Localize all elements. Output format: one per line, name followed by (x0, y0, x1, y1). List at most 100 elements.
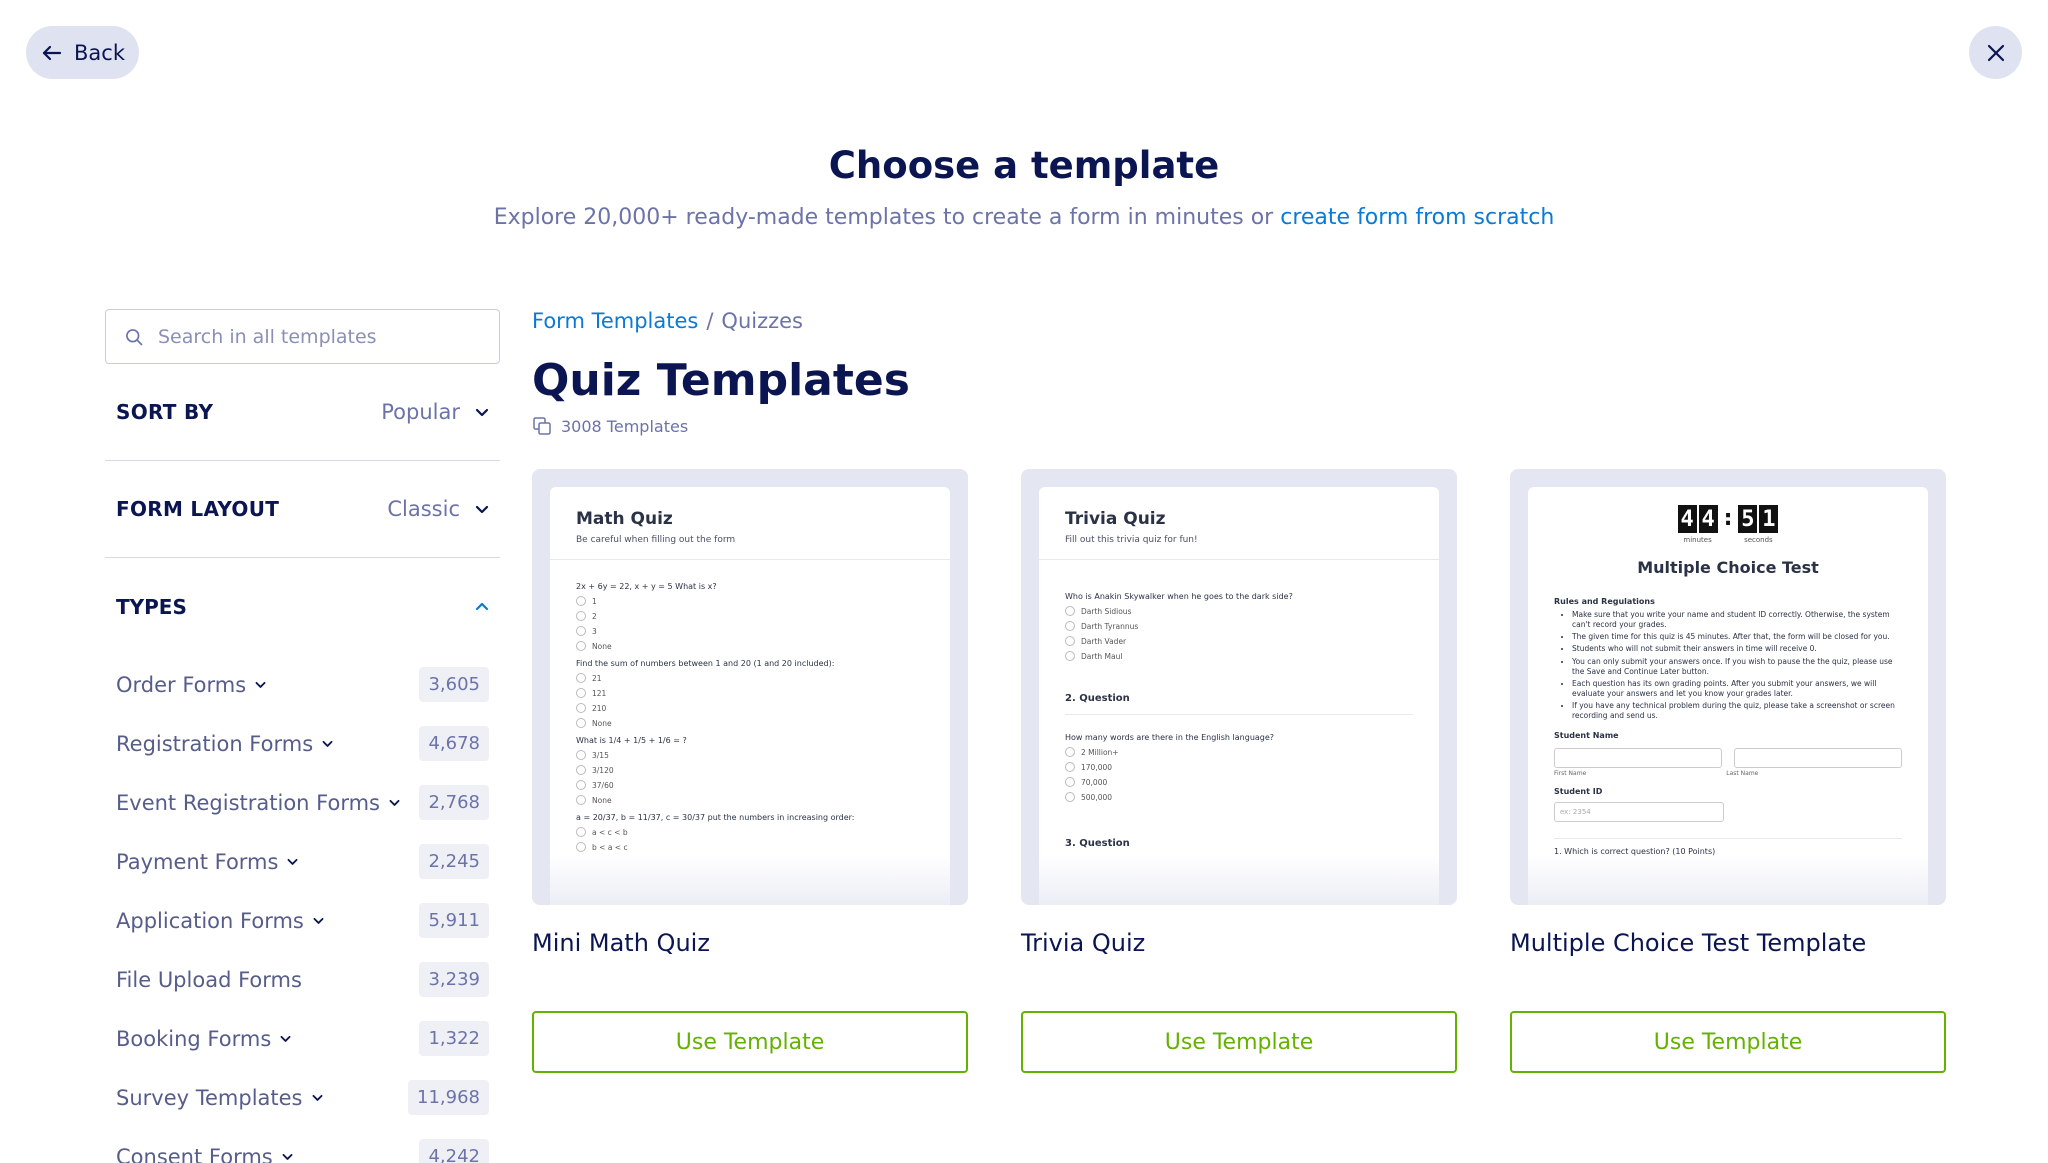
main-content: Form Templates / Quizzes Quiz Templates … (532, 309, 1952, 1073)
chevron-down-icon (313, 917, 324, 924)
section-title: Quiz Templates (532, 355, 910, 406)
template-card: Trivia Quiz Fill out this trivia quiz fo… (1021, 469, 1457, 1073)
preview-option: None (576, 795, 924, 805)
preview-question: 2x + 6y = 22, x + y = 5 What is x? (576, 582, 717, 591)
preview-option: 37/60 (576, 780, 924, 790)
sort-by-dropdown[interactable]: Popular (381, 400, 490, 424)
template-count: 3008 Templates (532, 416, 1952, 436)
preview-subtitle: Be careful when filling out the form (576, 535, 736, 545)
preview-option: Darth Tyrannus (1065, 621, 1413, 631)
last-name-label: Last Name (1726, 770, 1759, 778)
type-count: 4,242 (419, 1139, 489, 1163)
search-box[interactable] (105, 309, 500, 364)
type-count: 3,605 (419, 667, 489, 702)
preview-option: 500,000 (1065, 792, 1413, 802)
timer-label: seconds (1744, 536, 1773, 544)
chevron-down-icon (282, 1153, 293, 1160)
preview-option: 170,000 (1065, 762, 1413, 772)
chevron-down-icon (475, 505, 489, 514)
chevron-down-icon (312, 1094, 322, 1101)
preview-option: Darth Sidious (1065, 606, 1413, 616)
preview-title: Math Quiz (576, 509, 673, 529)
template-preview[interactable]: Math Quiz Be careful when filling out th… (532, 469, 968, 905)
type-item-registration-forms[interactable]: Registration Forms 4,678 (105, 714, 500, 773)
template-name[interactable]: Multiple Choice Test Template (1510, 929, 1946, 957)
type-item-file-upload-forms[interactable]: File Upload Forms 3,239 (105, 950, 500, 1009)
first-name-label: First Name (1554, 770, 1587, 778)
back-button[interactable]: Back (26, 26, 139, 79)
type-item-payment-forms[interactable]: Payment Forms 2,245 (105, 832, 500, 891)
subtitle-text: Explore 20,000+ ready-made templates to … (493, 205, 1274, 230)
type-name: Registration Forms (116, 731, 314, 756)
type-name: Event Registration Forms (116, 790, 380, 815)
close-button[interactable] (1969, 26, 2022, 79)
template-card: Math Quiz Be careful when filling out th… (532, 469, 968, 1073)
student-name-label: Student Name (1554, 731, 1619, 741)
type-count: 3,239 (419, 962, 489, 997)
preview-option: 1 (576, 596, 924, 606)
preview-option: Darth Vader (1065, 636, 1413, 646)
page-title: Choose a template (828, 144, 1220, 187)
preview-option: 121 (576, 688, 924, 698)
preview-option: 70,000 (1065, 777, 1413, 787)
preview-option: 3/120 (576, 765, 924, 775)
student-id-field: ex: 2354 (1554, 802, 1724, 823)
chevron-up-icon (475, 602, 489, 610)
copy-icon (533, 417, 551, 435)
type-item-booking-forms[interactable]: Booking Forms 1,322 (105, 1009, 500, 1068)
preview-option: Darth Maul (1065, 651, 1413, 661)
preview-option: None (576, 641, 924, 651)
timer-digit: 4 (1698, 505, 1718, 533)
preview-option: None (576, 718, 924, 728)
breadcrumb-form-templates[interactable]: Form Templates (532, 309, 698, 333)
rules-heading: Rules and Regulations (1554, 597, 1655, 606)
template-name[interactable]: Mini Math Quiz (532, 929, 968, 957)
rule-item: If you have any technical problem during… (1572, 701, 1902, 721)
chevron-down-icon (389, 799, 400, 806)
template-preview[interactable]: 4 4 minutes : 5 1 seconds Multiple Choic… (1510, 469, 1946, 905)
rule-item: Each question has its own grading points… (1572, 679, 1902, 699)
breadcrumb-separator: / (706, 309, 714, 333)
arrow-left-icon (42, 45, 62, 60)
type-item-consent-forms[interactable]: Consent Forms 4,242 (105, 1127, 500, 1163)
preview-option: 3 (576, 626, 924, 636)
form-layout-dropdown[interactable]: Classic (387, 497, 490, 521)
type-count: 1,322 (419, 1021, 489, 1056)
type-item-order-forms[interactable]: Order Forms 3,605 (105, 655, 500, 714)
sort-by-row: SORT BY Popular (105, 364, 500, 461)
rule-item: The given time for this quiz is 45 minut… (1572, 632, 1902, 642)
timer-digit: 5 (1738, 505, 1758, 533)
preview-question: What is 1/4 + 1/5 + 1/6 = ? (576, 736, 687, 745)
last-name-field (1734, 748, 1902, 769)
preview-timer: 4 4 minutes : 5 1 seconds (1528, 487, 1928, 544)
type-name: Booking Forms (116, 1026, 272, 1051)
search-icon (126, 328, 143, 345)
type-count: 11,968 (408, 1080, 489, 1115)
chevron-down-icon (287, 858, 298, 865)
type-item-application-forms[interactable]: Application Forms 5,911 (105, 891, 500, 950)
create-from-scratch-link[interactable]: create form from scratch (1280, 205, 1554, 230)
preview-option: 210 (576, 703, 924, 713)
preview-question: How many words are there in the English … (1065, 733, 1275, 742)
sort-by-label: SORT BY (116, 400, 214, 424)
types-header[interactable]: TYPES (105, 558, 500, 655)
preview-question: a = 20/37, b = 11/37, c = 30/37 put the … (576, 813, 855, 822)
use-template-button[interactable]: Use Template (1021, 1011, 1457, 1073)
rule-item: You can only submit your answers once. I… (1572, 657, 1902, 677)
template-name[interactable]: Trivia Quiz (1021, 929, 1457, 957)
breadcrumb: Form Templates / Quizzes (532, 309, 1952, 333)
type-name: Payment Forms (116, 849, 279, 874)
type-item-event-registration-forms[interactable]: Event Registration Forms 2,768 (105, 773, 500, 832)
use-template-button[interactable]: Use Template (1510, 1011, 1946, 1073)
chevron-down-icon (280, 1035, 291, 1042)
rule-item: Students who will not submit their answe… (1572, 644, 1902, 654)
template-preview[interactable]: Trivia Quiz Fill out this trivia quiz fo… (1021, 469, 1457, 905)
form-layout-row: FORM LAYOUT Classic (105, 461, 500, 558)
preview-option: a < c < b (576, 827, 924, 837)
type-item-survey-templates[interactable]: Survey Templates 11,968 (105, 1068, 500, 1127)
first-name-field (1554, 748, 1722, 769)
search-input[interactable] (158, 325, 478, 348)
use-template-button[interactable]: Use Template (532, 1011, 968, 1073)
type-name: Application Forms (116, 908, 304, 933)
page-subtitle: Explore 20,000+ ready-made templates to … (0, 205, 2048, 230)
